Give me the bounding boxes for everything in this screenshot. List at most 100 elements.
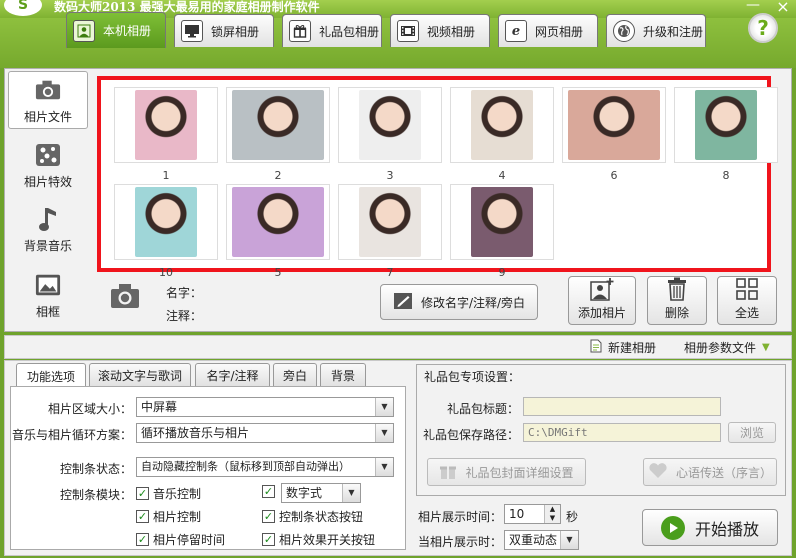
tab-web-album[interactable]: e 网页相册	[498, 14, 598, 47]
control-state-button-checkbox[interactable]: ✓ 控制条状态按钮	[262, 508, 363, 525]
ie-icon: e	[505, 20, 527, 42]
checkbox-label: 相片效果开关按钮	[279, 533, 376, 547]
add-photo-label: 添加相片	[577, 306, 626, 320]
photo-number: 1	[162, 169, 170, 182]
grid-icon	[734, 277, 760, 301]
gift-cover-button[interactable]: 礼品包封面详细设置	[427, 458, 586, 486]
photo-thumbnail[interactable]: 8	[674, 87, 778, 182]
photo-image	[232, 90, 324, 160]
photo-thumbnail[interactable]: 5	[226, 184, 330, 279]
photo-thumbnail[interactable]: 3	[338, 87, 442, 182]
area-size-select[interactable]: 中屏幕 ▼	[136, 397, 394, 417]
effect-switch-checkbox[interactable]: ✓ 相片效果开关按钮	[262, 531, 375, 548]
tab-name-note[interactable]: 名字/注释	[195, 363, 270, 387]
control-state-select[interactable]: 自动隐藏控制条（鼠标移到顶部自动弹出） ▼	[136, 457, 394, 477]
gift-title-field[interactable]	[523, 397, 721, 416]
photo-number: 3	[386, 169, 394, 182]
tab-label: 锁屏相册	[211, 24, 260, 39]
photo-thumbnail[interactable]: 2	[226, 87, 330, 182]
add-photo-icon	[589, 277, 615, 301]
gift-cover-label: 礼品包封面详细设置	[465, 465, 574, 480]
start-playback-button[interactable]: 开始播放	[642, 509, 778, 546]
display-time-spinner[interactable]: 10 ▲ ▼	[504, 504, 561, 524]
photo-control-checkbox[interactable]: ✓ 相片控制	[136, 508, 201, 525]
photo-image	[695, 90, 757, 160]
photo-image	[135, 90, 197, 160]
tab-video-album[interactable]: 视频相册	[390, 14, 490, 47]
tab-upgrade-register[interactable]: 升级和注册	[606, 14, 706, 47]
photo-frame	[338, 87, 442, 163]
photo-thumbnail[interactable]: 10	[114, 184, 218, 279]
photo-image	[359, 90, 421, 160]
film-icon	[397, 20, 419, 42]
checkbox-label: 音乐控制	[153, 487, 202, 501]
tab-narration[interactable]: 旁白	[273, 363, 317, 387]
gift-path-field[interactable]: C:\DMGift	[523, 423, 721, 442]
start-playback-label: 开始播放	[694, 519, 759, 539]
display-mode-value: 双重动态	[509, 533, 558, 547]
browse-button[interactable]: 浏览	[728, 422, 776, 443]
photo-frame	[338, 184, 442, 260]
loop-select[interactable]: 循环播放音乐与相片 ▼	[136, 423, 394, 443]
photo-frame	[562, 87, 666, 163]
photo-stay-time-checkbox[interactable]: ✓ 相片停留时间	[136, 531, 225, 548]
photo-number: 7	[386, 266, 394, 279]
checkbox-check: ✓	[136, 487, 149, 500]
photo-grid[interactable]: 1 2 3 4 6 8 10 5 7 9	[97, 76, 778, 279]
numeric-checkbox[interactable]: ✓	[262, 485, 275, 498]
edit-icon	[393, 292, 413, 313]
photo-thumbnail[interactable]: 7	[338, 184, 442, 279]
select-all-button[interactable]: 全选	[717, 276, 777, 325]
photo-number: 6	[610, 169, 618, 182]
album-params-menu[interactable]: 相册参数文件 ▼	[684, 339, 770, 356]
spinner-arrows-icon[interactable]: ▲ ▼	[544, 505, 560, 523]
heart-message-button[interactable]: 心语传送（序言）	[643, 458, 777, 486]
photo-image	[471, 90, 533, 160]
checkbox-check: ✓	[262, 485, 275, 498]
new-album-link[interactable]: 新建相册	[590, 339, 656, 356]
photo-thumbnail[interactable]: 1	[114, 87, 218, 182]
edit-name-note-button[interactable]: 修改名字/注释/旁白	[380, 284, 538, 320]
tab-label: 升级和注册	[643, 24, 704, 39]
tab-scrolling-text[interactable]: 滚动文字与歌词	[89, 363, 191, 387]
tab-lockscreen-album[interactable]: 锁屏相册	[174, 14, 274, 47]
help-button[interactable]: ?	[748, 13, 778, 43]
nav-photo-files[interactable]: 相片文件	[8, 71, 88, 129]
photo-frame	[450, 87, 554, 163]
portrait-icon	[73, 19, 95, 42]
checkbox-check: ✓	[262, 510, 275, 523]
control-module-label: 控制条模块：	[59, 488, 132, 502]
display-mode-select[interactable]: 双重动态 ▼	[504, 530, 579, 550]
heart-message-label: 心语传送（序言）	[675, 465, 772, 480]
area-size-value: 中屏幕	[141, 400, 178, 414]
tab-function-options[interactable]: 功能选项	[16, 363, 86, 388]
chevron-down-icon: ▼	[342, 484, 360, 502]
photo-frame	[674, 87, 778, 163]
tab-gift-album[interactable]: 礼品包相册	[282, 14, 382, 47]
photo-thumbnail[interactable]: 4	[450, 87, 554, 182]
select-all-label: 全选	[734, 306, 759, 320]
display-time-value: 10	[509, 507, 525, 521]
camera-icon	[35, 78, 61, 102]
photo-thumbnail[interactable]: 6	[562, 87, 666, 182]
photo-number: 4	[498, 169, 506, 182]
nav-photo-effects[interactable]: 相片特效	[8, 135, 88, 193]
heart-icon	[648, 462, 668, 482]
numeric-style-select[interactable]: 数字式 ▼	[281, 483, 361, 503]
display-mode-label: 当相片展示时：	[418, 535, 503, 549]
delete-button[interactable]: 删除	[647, 276, 707, 325]
tab-local-album[interactable]: 本机相册	[66, 12, 166, 48]
nav-background-music[interactable]: 背景音乐	[8, 199, 88, 257]
edit-button-label: 修改名字/注释/旁白	[420, 295, 526, 310]
photo-thumbnail[interactable]: 9	[450, 184, 554, 279]
close-button[interactable]: ×	[772, 0, 794, 16]
add-photo-button[interactable]: 添加相片	[568, 276, 636, 325]
music-control-checkbox[interactable]: ✓ 音乐控制	[136, 485, 201, 502]
gift-path-label: 礼品包保存路径：	[422, 428, 519, 442]
tab-background[interactable]: 背景	[320, 363, 366, 387]
photo-image	[359, 187, 421, 257]
nav-frame[interactable]: 相框	[8, 265, 88, 323]
control-state-label: 控制条状态：	[59, 462, 132, 476]
music-note-icon	[35, 207, 61, 231]
chevron-down-icon: ▼	[375, 424, 393, 442]
